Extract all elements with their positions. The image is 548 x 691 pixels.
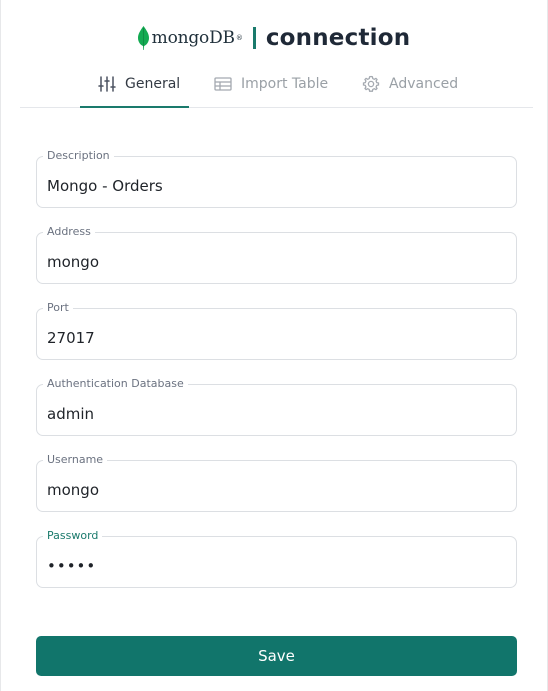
auth-database-label: Authentication Database [43,376,188,392]
tab-import-table-label: Import Table [241,76,329,92]
description-input[interactable] [47,176,507,196]
save-button[interactable]: Save [36,636,517,676]
port-label: Port [43,300,73,316]
tab-general[interactable]: General [98,62,180,106]
tab-general-label: General [125,76,181,92]
table-icon [214,77,232,91]
tab-import-table[interactable]: Import Table [214,62,328,106]
address-input[interactable] [47,252,507,272]
tab-advanced-label: Advanced [389,76,459,92]
username-input[interactable] [47,480,507,500]
port-field[interactable]: Port [36,300,517,360]
mongodb-leaf-icon [137,26,149,50]
address-field[interactable]: Address [36,224,517,284]
tab-advanced[interactable]: Advanced [362,62,458,106]
username-field[interactable]: Username [36,452,517,512]
page-title: connection [265,25,411,51]
port-input[interactable] [47,328,507,348]
address-label: Address [43,224,95,240]
password-label: Password [43,528,103,544]
password-input[interactable] [47,556,507,576]
active-tab-indicator [80,106,189,108]
password-field[interactable]: Password [36,528,517,588]
auth-database-input[interactable] [47,404,507,424]
username-label: Username [43,452,108,468]
description-label: Description [43,148,114,164]
description-field[interactable]: Description [36,148,517,208]
auth-database-field[interactable]: Authentication Database [36,376,517,436]
gear-icon [362,75,380,92]
mongodb-logo: mongoDB ® [137,26,243,50]
page-header: mongoDB ® connection [0,20,548,56]
sliders-icon [98,76,116,92]
title-divider [252,27,256,49]
tab-bar: General Import Table Advanced [20,62,533,108]
logo-registered-mark: ® [235,34,243,42]
logo-wordmark: mongoDB [151,28,235,48]
